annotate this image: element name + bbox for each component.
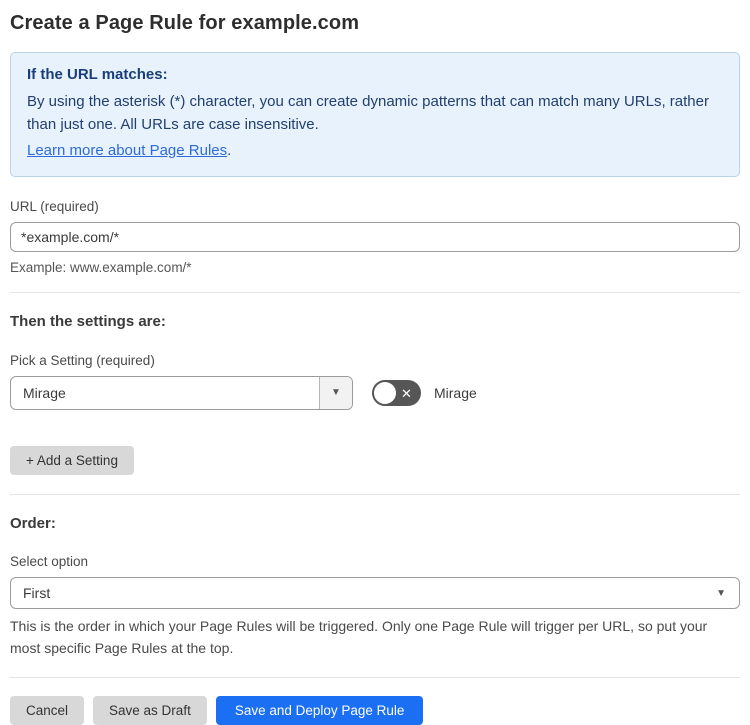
url-field-label: URL (required) — [10, 199, 99, 214]
footer-button-row: Cancel Save as Draft Save and Deploy Pag… — [10, 696, 740, 725]
mirage-toggle[interactable]: ✕ — [372, 380, 421, 406]
setting-combobox[interactable]: Mirage ▼ — [10, 376, 353, 410]
setting-combobox-value: Mirage — [23, 385, 66, 401]
toggle-label: Mirage — [434, 385, 477, 401]
toggle-off-x-icon: ✕ — [401, 385, 412, 401]
pick-setting-label: Pick a Setting (required) — [10, 353, 155, 368]
save-and-deploy-button[interactable]: Save and Deploy Page Rule — [215, 696, 424, 725]
setting-combobox-arrow-button[interactable]: ▼ — [319, 377, 352, 409]
divider — [10, 292, 740, 293]
order-select[interactable]: First ▼ — [10, 577, 740, 609]
save-as-draft-button[interactable]: Save as Draft — [93, 696, 207, 725]
divider — [10, 677, 740, 678]
order-select-value: First — [23, 585, 51, 601]
toggle-knob — [374, 382, 396, 404]
learn-more-link[interactable]: Learn more about Page Rules — [27, 142, 227, 159]
page-title: Create a Page Rule for example.com — [10, 12, 360, 34]
info-box-link-line: Learn more about Page Rules. — [27, 140, 723, 162]
caret-down-icon: ▼ — [331, 387, 341, 398]
order-section-heading: Order: — [10, 515, 56, 532]
url-input[interactable] — [10, 222, 740, 252]
caret-down-icon: ▼ — [716, 588, 726, 599]
cancel-button[interactable]: Cancel — [10, 696, 85, 725]
order-helper-text: This is the order in which your Page Rul… — [10, 618, 708, 656]
info-box-body: By using the asterisk (*) character, you… — [27, 93, 709, 133]
setting-row: Mirage ▼ ✕ Mirage — [10, 376, 740, 410]
settings-section-heading: Then the settings are: — [10, 313, 166, 330]
info-box-heading: If the URL matches: — [27, 66, 168, 83]
link-period: . — [227, 142, 232, 159]
url-example-helper: Example: www.example.com/* — [10, 260, 192, 275]
add-setting-button[interactable]: + Add a Setting — [10, 446, 134, 475]
select-option-label: Select option — [10, 554, 89, 569]
url-match-info-box: If the URL matches: By using the asteris… — [10, 52, 740, 177]
divider — [10, 494, 740, 495]
